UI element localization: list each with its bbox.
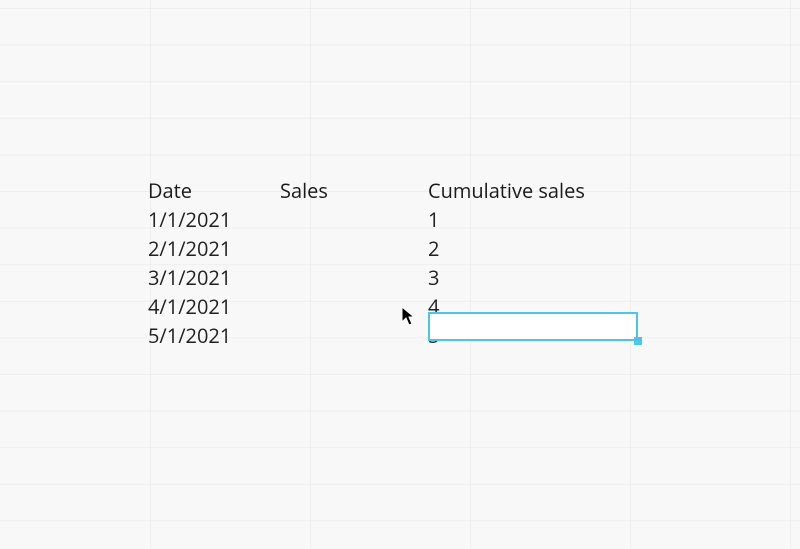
cell-cumulative[interactable]: 1 xyxy=(428,205,638,234)
cell-sales[interactable] xyxy=(280,234,428,263)
cell-sales[interactable] xyxy=(280,292,428,321)
header-date[interactable]: Date xyxy=(148,176,280,205)
table-header-row: Date Sales Cumulative sales xyxy=(148,176,638,205)
table-row: 1/1/2021 1 xyxy=(148,205,638,234)
cell-sales[interactable] xyxy=(280,263,428,292)
selected-cell[interactable] xyxy=(428,312,638,341)
cell-sales[interactable] xyxy=(280,205,428,234)
cell-date[interactable]: 4/1/2021 xyxy=(148,292,280,321)
cell-sales[interactable] xyxy=(280,321,428,350)
cell-date[interactable]: 5/1/2021 xyxy=(148,321,280,350)
cell-date[interactable]: 2/1/2021 xyxy=(148,234,280,263)
table-row: 3/1/2021 3 xyxy=(148,263,638,292)
table-row: 2/1/2021 2 xyxy=(148,234,638,263)
cell-date[interactable]: 3/1/2021 xyxy=(148,263,280,292)
fill-handle[interactable] xyxy=(634,337,642,345)
cell-cumulative[interactable]: 3 xyxy=(428,263,638,292)
cell-cumulative[interactable]: 2 xyxy=(428,234,638,263)
cell-date[interactable]: 1/1/2021 xyxy=(148,205,280,234)
header-cumulative[interactable]: Cumulative sales xyxy=(428,176,638,205)
header-sales[interactable]: Sales xyxy=(280,176,428,205)
